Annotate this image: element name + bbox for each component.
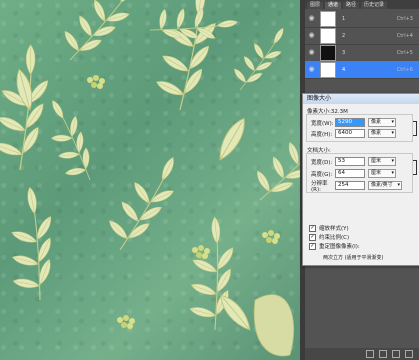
channel-name: 1: [342, 15, 346, 22]
channel-row-1[interactable]: ◉ 1 Ctrl+3: [305, 10, 419, 28]
channel-name: 2: [342, 32, 346, 39]
constrain-proportions-checkbox[interactable]: ✓ 约束比例(C): [309, 233, 349, 241]
new-channel-icon[interactable]: [392, 350, 400, 358]
channel-shortcut: Ctrl+5: [396, 49, 413, 56]
tab-paths[interactable]: 路径: [343, 2, 360, 9]
channel-shortcut: Ctrl+4: [396, 32, 413, 39]
channel-thumbnail: [320, 61, 336, 78]
constrain-proportions-label: 约束比例(C): [319, 235, 350, 241]
panel-tabs: 图层 通道 路径 历史记录: [305, 0, 419, 9]
resolution-unit-select[interactable]: 像素/英寸: [368, 181, 402, 190]
eye-icon[interactable]: ◉: [307, 14, 316, 23]
link-icon: [413, 160, 417, 175]
pixel-width-row: 宽度(W): 5290 像素: [311, 118, 396, 127]
tab-layers[interactable]: 图层: [307, 2, 324, 9]
resample-image-label: 重定图像像素(I):: [319, 244, 360, 250]
pixel-width-input[interactable]: 5290: [335, 118, 365, 127]
doc-width-row: 宽度(D): 53 厘米: [311, 157, 396, 166]
panel-bottom-toolbar: [305, 348, 419, 360]
dialog-title: 图像大小: [303, 94, 419, 104]
pixel-height-unit-select[interactable]: 像素: [368, 129, 396, 138]
resolution-row: 分辨率(R): 254 像素/英寸: [311, 180, 402, 193]
doc-width-input[interactable]: 53: [335, 157, 365, 166]
tab-channels[interactable]: 通道: [325, 2, 342, 9]
leaf-pattern: [0, 0, 300, 357]
channel-name: 3: [342, 49, 346, 56]
pixel-height-label: 高度(H):: [311, 131, 333, 138]
scale-styles-label: 缩放样式(Y): [319, 226, 349, 232]
pixel-width-unit-select[interactable]: 像素: [368, 118, 396, 127]
doc-width-label: 宽度(D):: [311, 159, 333, 166]
resolution-input[interactable]: 254: [335, 181, 365, 190]
checkbox-checked-icon[interactable]: ✓: [309, 242, 316, 250]
checkbox-checked-icon[interactable]: ✓: [309, 233, 316, 241]
document-canvas[interactable]: [0, 0, 300, 360]
channel-row-3[interactable]: ◉ 3 Ctrl+5: [305, 44, 419, 62]
doc-height-input[interactable]: 64: [335, 169, 365, 178]
resample-method-select[interactable]: 两次立方 (适用于平滑渐变): [323, 254, 384, 261]
channel-row-2[interactable]: ◉ 2 Ctrl+4: [305, 27, 419, 45]
trash-icon[interactable]: [405, 350, 413, 358]
channel-shortcut: Ctrl+6: [396, 66, 413, 73]
channel-thumbnail: [320, 10, 336, 27]
tab-history[interactable]: 历史记录: [361, 2, 388, 9]
load-selection-icon[interactable]: [366, 350, 374, 358]
scale-styles-checkbox[interactable]: ✓ 缩放样式(Y): [309, 224, 349, 232]
save-selection-icon[interactable]: [379, 350, 387, 358]
channel-thumbnail: [320, 44, 336, 61]
image-size-dialog: 图像大小 像素大小:32.3M 宽度(W): 5290 像素 高度(H): 64…: [302, 93, 419, 266]
doc-height-unit-select[interactable]: 厘米: [368, 169, 396, 178]
checkbox-checked-icon[interactable]: ✓: [309, 224, 316, 232]
channel-thumbnail: [320, 27, 336, 44]
channel-row-4[interactable]: ◉ 4 Ctrl+6: [305, 61, 419, 79]
doc-width-unit-select[interactable]: 厘米: [368, 157, 396, 166]
eye-icon[interactable]: ◉: [307, 31, 316, 40]
doc-height-row: 高度(G): 64 厘米: [311, 169, 396, 178]
pixel-width-label: 宽度(W):: [311, 120, 334, 127]
doc-height-label: 高度(G):: [311, 171, 333, 178]
eye-icon[interactable]: ◉: [307, 48, 316, 57]
link-icon: [413, 121, 417, 136]
channel-name: 4: [342, 66, 346, 73]
resolution-label: 分辨率(R):: [311, 180, 328, 193]
resample-image-checkbox[interactable]: ✓ 重定图像像素(I):: [309, 242, 360, 250]
pixel-height-row: 高度(H): 6400 像素: [311, 129, 396, 138]
pixel-height-input[interactable]: 6400: [335, 129, 365, 138]
channel-shortcut: Ctrl+3: [396, 15, 413, 22]
eye-icon[interactable]: ◉: [307, 65, 316, 74]
